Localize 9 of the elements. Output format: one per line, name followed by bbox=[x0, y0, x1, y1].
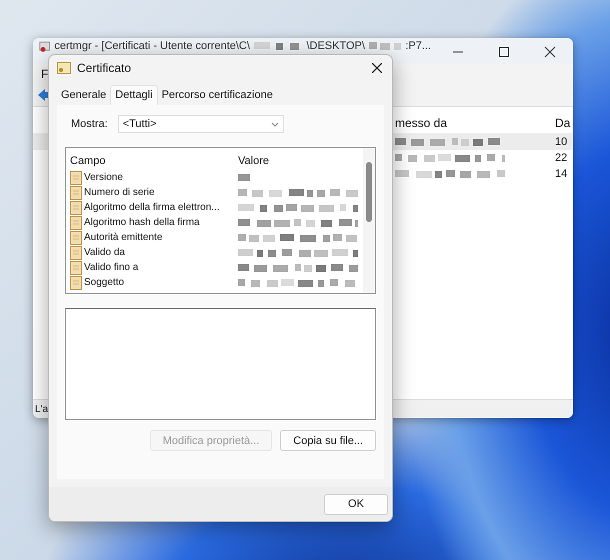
window-title: certmgr - [Certificati - Utente corrente\C\ bbox=[54, 40, 250, 53]
dialog-title: Certificato bbox=[77, 61, 132, 75]
show-label: Mostra: bbox=[71, 118, 108, 130]
window-title: :P7... bbox=[405, 40, 431, 53]
table-cell: 22 bbox=[555, 152, 568, 164]
table-cell: 14 bbox=[555, 168, 568, 180]
table-cell: 10 bbox=[555, 136, 568, 148]
status-bar-text: L'a bbox=[35, 404, 48, 414]
window-title: \DESKTOP\ bbox=[306, 40, 365, 53]
